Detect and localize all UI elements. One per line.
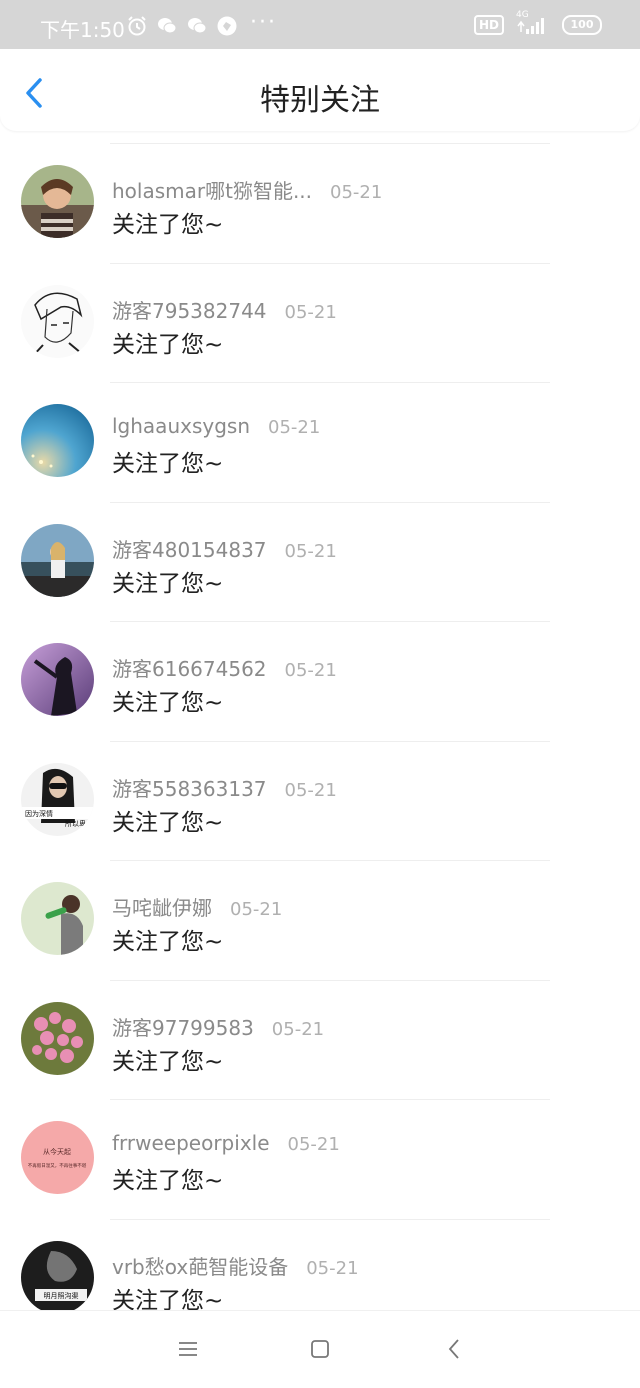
divider	[110, 740, 550, 742]
user-name-text: 游客558363137	[112, 776, 267, 801]
page-title: 特别关注	[260, 83, 380, 118]
user-name-text: 游客97799583	[112, 1015, 254, 1040]
list-item[interactable]: holasmar哪t猕智能... 05-21 关注了您~	[0, 143, 640, 263]
user-name: lghaauxsygsn 05-21	[112, 414, 320, 438]
status-right: HD 4G 100	[473, 10, 602, 36]
follow-date: 05-21	[271, 1018, 325, 1040]
avatar-text: 明月照沟渠	[44, 1291, 79, 1300]
avatar[interactable]	[21, 882, 94, 955]
back-icon[interactable]	[443, 1337, 467, 1361]
avatar[interactable]	[21, 165, 94, 238]
user-name: 游客616674562 05-21	[112, 653, 337, 682]
user-name-text: lghaauxsygsn	[112, 414, 250, 438]
menu-icon[interactable]	[176, 1337, 200, 1361]
top-header: 特别关注	[0, 49, 640, 131]
user-name-text: 游客795382744	[112, 298, 267, 323]
follow-list: holasmar哪t猕智能... 05-21 关注了您~ 游客795382744 0…	[0, 143, 640, 1338]
user-name-text: vrb愁ox葩智能设备	[112, 1254, 289, 1279]
divider	[110, 1218, 550, 1220]
follow-message: 关注了您~	[112, 1048, 224, 1075]
avatar-text-bottom: 不再假日温又，不再往事不堪	[28, 1162, 87, 1169]
notification-icons	[126, 13, 238, 39]
user-name: 游客480154837 05-21	[112, 534, 337, 563]
user-name-text: 游客480154837	[112, 537, 267, 562]
divider	[110, 501, 550, 503]
alarm-icon	[128, 16, 146, 36]
divider	[110, 1099, 550, 1100]
divider	[110, 979, 550, 981]
divider	[110, 382, 550, 383]
list-item[interactable]: lghaauxsygsn 05-21 关注了您~	[0, 382, 640, 502]
avatar[interactable]: 从今天起不再假日温又，不再往事不堪	[21, 1121, 94, 1194]
battery-icon: 100	[562, 15, 602, 35]
follow-date: 05-21	[284, 779, 337, 801]
user-name: frrweepeorpixle 05-21	[112, 1131, 340, 1155]
user-name: 游客97799583 05-21	[112, 1012, 324, 1041]
hd-icon: HD	[473, 15, 504, 35]
divider	[110, 262, 550, 264]
list-item[interactable]: 游客97799583 05-21 关注了您~	[0, 979, 640, 1100]
avatar[interactable]	[21, 1001, 94, 1075]
list-item[interactable]: 游客480154837 05-21 关注了您~	[0, 501, 640, 622]
follow-message: 关注了您~	[112, 690, 224, 716]
follow-date: 05-21	[284, 540, 337, 562]
system-nav-bar	[0, 1310, 640, 1388]
follow-message: 关注了您~	[112, 570, 224, 597]
follow-message: 关注了您~	[112, 451, 224, 477]
follow-date: 05-21	[268, 417, 321, 438]
avatar[interactable]	[21, 284, 94, 358]
user-name-text: frrweepeorpixle	[112, 1131, 270, 1155]
list-item[interactable]: 因为深情所以卑 游客558363137 05-21 关注了您~	[0, 740, 640, 861]
follow-date: 05-21	[306, 1257, 359, 1279]
divider	[110, 143, 550, 144]
list-item[interactable]: 游客616674562 05-21 关注了您~	[0, 621, 640, 741]
user-name-text: 马咤龇伊娜	[112, 896, 212, 920]
wechat-icon-2	[188, 18, 207, 34]
follow-message: 关注了您~	[112, 212, 224, 238]
more-notifications: ···	[250, 10, 277, 35]
user-name-text: 游客616674562	[112, 657, 267, 681]
follow-date: 05-21	[284, 660, 337, 681]
follow-message: 关注了您~	[112, 809, 224, 836]
wechat-icon	[158, 18, 177, 34]
user-name-text: holasmar哪t猕智能...	[112, 179, 313, 203]
status-time: 下午1:50	[40, 18, 125, 42]
list-item[interactable]: 从今天起不再假日温又，不再往事不堪 frrweepeorpixle 05-21 关…	[0, 1099, 640, 1219]
list-item[interactable]: 马咤龇伊娜 05-21 关注了您~	[0, 860, 640, 980]
user-name: 游客795382744 05-21	[112, 295, 337, 324]
list-item[interactable]: 游客795382744 05-21 关注了您~	[0, 262, 640, 383]
follow-message: 关注了您~	[112, 1168, 224, 1194]
user-name: vrb愁ox葩智能设备 05-21	[112, 1251, 359, 1280]
divider	[110, 860, 550, 861]
divider	[110, 621, 550, 622]
follow-date: 05-21	[330, 182, 383, 203]
follow-date: 05-21	[230, 899, 283, 920]
avatar[interactable]	[21, 404, 94, 477]
home-icon[interactable]	[308, 1337, 332, 1361]
avatar[interactable]	[21, 523, 94, 597]
avatar[interactable]: 明月照沟渠	[21, 1240, 94, 1314]
follow-message: 关注了您~	[112, 929, 224, 955]
user-name: 马咤龇伊娜 05-21	[112, 892, 282, 921]
avatar-text-right: 所以卑	[65, 819, 86, 828]
app-notification-icon	[217, 16, 237, 36]
avatar[interactable]: 因为深情所以卑	[21, 762, 94, 836]
user-name: 游客558363137 05-21	[112, 773, 337, 802]
avatar[interactable]	[21, 643, 94, 716]
signal-icon: 4G	[516, 10, 550, 36]
avatar-text-left: 因为深情	[25, 809, 53, 818]
network-type: 4G	[516, 10, 529, 20]
follow-date: 05-21	[284, 301, 337, 323]
follow-date: 05-21	[287, 1134, 340, 1155]
status-bar: 下午1:50 ··· HD 4G 100	[0, 0, 640, 49]
user-name: holasmar哪t猕智能... 05-21	[112, 175, 382, 204]
avatar-text-top: 从今天起	[43, 1147, 71, 1156]
follow-message: 关注了您~	[112, 331, 224, 358]
